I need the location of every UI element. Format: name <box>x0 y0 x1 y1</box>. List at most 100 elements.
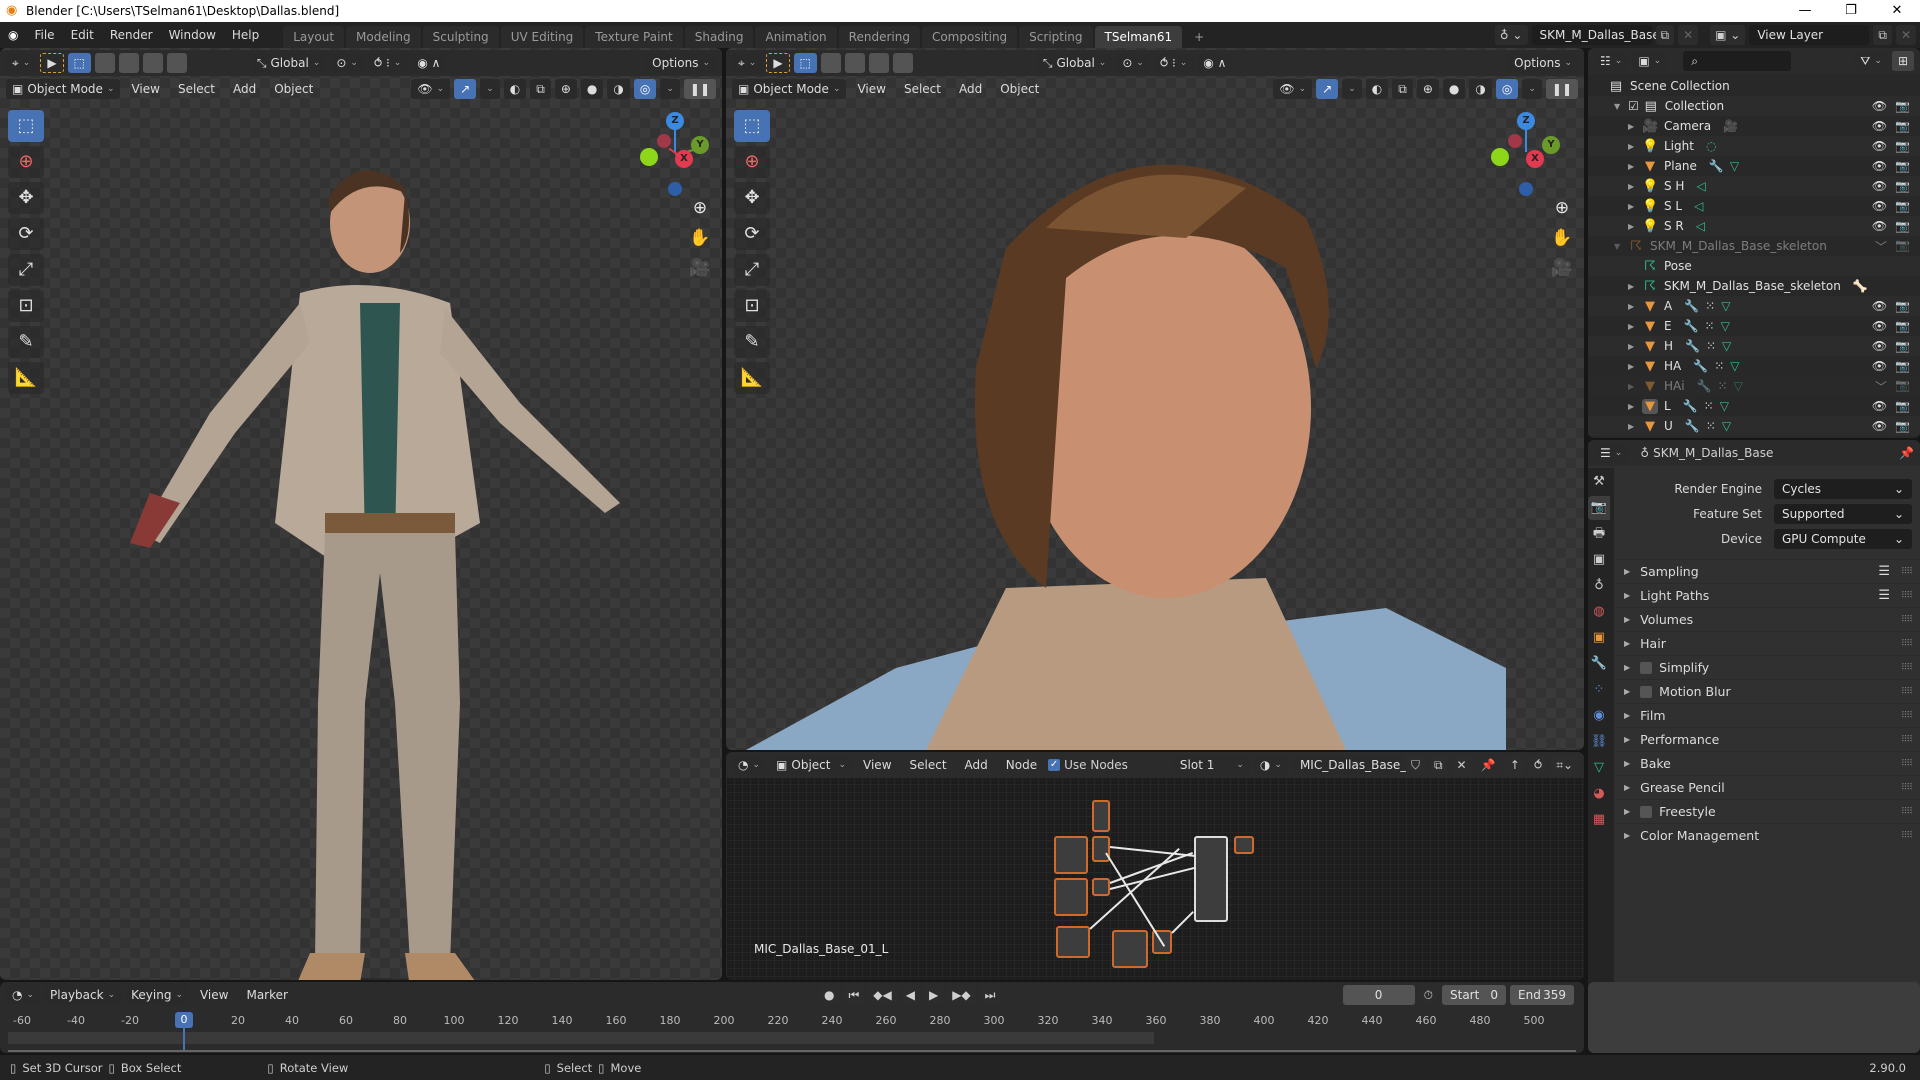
outliner-item[interactable]: ▼ ☈ SKM_M_Dallas_Base_skeleton ﹀ 📷 <box>1588 236 1920 256</box>
spot-data-icon[interactable]: ◁ <box>1696 179 1705 193</box>
drag-handle-icon[interactable]: ⠿⠿ <box>1901 759 1913 769</box>
editor-type-dropdown[interactable]: ⌖ ⌄ <box>6 53 37 73</box>
drag-handle-icon[interactable]: ⠿⠿ <box>1901 807 1913 817</box>
outliner-item[interactable]: ▶ ▼ Plane 🔧 ▽ 👁 📷 <box>1588 156 1920 176</box>
zoom-view-icon[interactable]: ⊕ <box>686 194 714 222</box>
panel-grease-pencil[interactable]: ▶ Grease Pencil ⠿⠿ <box>1614 775 1920 799</box>
tab-scripting[interactable]: Scripting <box>1019 26 1093 48</box>
eye-icon[interactable]: 👁 <box>1872 419 1887 433</box>
gizmo-z-axis[interactable]: Z <box>666 112 684 130</box>
pivot-point-dropdown-right[interactable]: ⊙ ⌄ <box>1116 53 1150 73</box>
properties-editor-type-dropdown[interactable]: ☰ ⌄ <box>1594 443 1629 463</box>
expand-toggle-icon[interactable]: ▶ <box>1628 202 1638 211</box>
tab-view-layer-icon[interactable]: ▣ <box>1588 548 1610 572</box>
mesh-data-icon[interactable]: ▽ <box>1721 319 1730 333</box>
fake-user-icon[interactable]: ⛉ <box>1405 755 1425 775</box>
modifier-icon[interactable]: 🔧 <box>1683 399 1698 413</box>
panel-enable-checkbox[interactable] <box>1640 805 1653 818</box>
outliner-item[interactable]: ▶ 💡 S R ◁ 👁 📷 <box>1588 216 1920 236</box>
menu-view[interactable]: View <box>124 82 166 96</box>
render-camera-icon[interactable]: 📷 <box>1895 159 1910 173</box>
shading-solid-icon[interactable]: ● <box>580 79 604 99</box>
tab-world-icon[interactable]: ◍ <box>1588 600 1610 624</box>
unlink-material-icon[interactable]: ✕ <box>1451 755 1472 775</box>
visibility-dropdown-right[interactable]: 👁 ⌄ <box>1273 79 1313 99</box>
panel-freestyle[interactable]: ▶ Freestyle ⠿⠿ <box>1614 799 1920 823</box>
timeline-scrollbar[interactable] <box>8 1050 1576 1052</box>
render-camera-icon[interactable]: 📷 <box>1895 179 1910 193</box>
node-editor-type-dropdown[interactable]: ◔ ⌄ <box>732 755 767 775</box>
node-menu-add[interactable]: Add <box>958 758 995 772</box>
feature-set-dropdown[interactable]: Supported ⌄ <box>1774 503 1912 524</box>
render-engine-dropdown[interactable]: Cycles ⌄ <box>1774 478 1912 499</box>
shader-node[interactable] <box>1054 836 1088 874</box>
playhead[interactable]: 0 <box>175 1012 193 1028</box>
panel-light-paths[interactable]: ▶ Light Paths ☰ ⠿⠿ <box>1614 583 1920 607</box>
outliner-item[interactable]: ▶ ▼ H 🔧 ⁙ ▽ 👁 📷 <box>1588 336 1920 356</box>
xray-toggle-icon[interactable]: ⧉ <box>530 79 551 99</box>
filter-dropdown[interactable]: ⛛ ⌄ <box>1854 51 1888 71</box>
panel-volumes[interactable]: ▶ Volumes ⠿⠿ <box>1614 607 1920 631</box>
options-dropdown-right[interactable]: Options ⌄ <box>1508 53 1578 73</box>
eye-closed-icon[interactable]: ﹀ <box>1875 378 1887 395</box>
drag-handle-icon[interactable]: ⠿⠿ <box>1901 735 1913 745</box>
eye-icon[interactable]: 👁 <box>1872 199 1887 213</box>
navigation-gizmo-right[interactable]: Z Y X <box>1486 110 1566 200</box>
eye-icon[interactable]: 👁 <box>1872 319 1887 333</box>
select-box-tool-icon[interactable]: ⬚ <box>8 110 44 142</box>
bone-icon[interactable]: 🦴 <box>1853 279 1868 293</box>
drag-handle-icon[interactable]: ⠿⠿ <box>1901 615 1913 625</box>
annotate-tool-icon[interactable]: ✎ <box>8 326 44 358</box>
tab-modifiers-icon[interactable]: 🔧 <box>1588 652 1610 676</box>
tab-material-icon[interactable]: ◕ <box>1588 782 1610 806</box>
shading-dropdown[interactable]: ⌄ <box>660 79 680 99</box>
delete-scene-icon[interactable]: ✕ <box>1678 25 1699 45</box>
vertex-groups-icon[interactable]: ⁙ <box>1704 399 1714 413</box>
panel-simplify[interactable]: ▶ Simplify ⠿⠿ <box>1614 655 1920 679</box>
blender-menu-icon[interactable]: ◉ <box>0 22 26 48</box>
view-layer-field[interactable]: View Layer <box>1749 25 1870 45</box>
render-camera-icon[interactable]: 📷 <box>1895 219 1910 233</box>
display-mode-dropdown[interactable]: ▣ ⌄ <box>1632 51 1668 71</box>
tab-object-icon[interactable]: ▣ <box>1588 626 1610 650</box>
gizmo-toggle-icon-right[interactable]: ↗ <box>1316 79 1339 99</box>
start-frame-field[interactable]: Start 0 <box>1442 985 1506 1005</box>
expand-toggle-icon[interactable]: ▶ <box>1628 142 1638 151</box>
presets-list-icon[interactable]: ☰ <box>1878 588 1890 603</box>
move-tool-icon[interactable]: ✥ <box>8 182 44 214</box>
gizmo-x-axis-right[interactable]: X <box>1526 150 1544 168</box>
outliner-item[interactable]: ▶ ▼ A 🔧 ⁙ ▽ 👁 📷 <box>1588 296 1920 316</box>
outliner-item[interactable]: ▶ ▼ E 🔧 ⁙ ▽ 👁 📷 <box>1588 316 1920 336</box>
drag-handle-icon[interactable]: ⠿⠿ <box>1901 639 1913 649</box>
tab-tool-icon[interactable]: ⚒ <box>1588 470 1610 494</box>
outliner-item[interactable]: ▶ 💡 S H ◁ 👁 📷 <box>1588 176 1920 196</box>
pause-render-icon-right[interactable]: ❚❚ <box>1545 79 1578 99</box>
restore-button[interactable]: ❐ <box>1828 0 1874 22</box>
tab-layout[interactable]: Layout <box>283 26 345 48</box>
tab-rendering[interactable]: Rendering <box>838 26 920 48</box>
gizmo-neg-z[interactable] <box>668 182 682 196</box>
editor-type-dropdown-right[interactable]: ⌖ ⌄ <box>732 53 763 73</box>
panel-performance[interactable]: ▶ Performance ⠿⠿ <box>1614 727 1920 751</box>
menu-object[interactable]: Object <box>267 82 320 96</box>
viewport-left[interactable]: ⌖ ⌄ ▶ ⬚ ⤡ Global ⌄ ⊙ ⌄ ⥀ ⁝ ⌄ ◉ ∧ Options ⌄ ▣ … <box>0 48 722 980</box>
expand-toggle-icon[interactable]: ▶ <box>1628 342 1638 351</box>
drag-handle-icon[interactable]: ⠿⠿ <box>1901 567 1913 577</box>
pan-view-icon-right[interactable]: ✋ <box>1548 224 1576 252</box>
panel-color-management[interactable]: ▶ Color Management ⠿⠿ <box>1614 823 1920 847</box>
select-mode-new-icon[interactable]: ⬚ <box>67 53 91 73</box>
panel-hair[interactable]: ▶ Hair ⠿⠿ <box>1614 631 1920 655</box>
material-name-field[interactable]: MIC_Dallas_Base_0... <box>1291 755 1425 775</box>
spot-data-icon[interactable]: ◁ <box>1694 199 1703 213</box>
outliner-item[interactable]: ▶ 🎥 Camera 🎥 👁 📷 <box>1588 116 1920 136</box>
pause-render-icon[interactable]: ❚❚ <box>683 79 716 99</box>
shader-node-editor[interactable]: ◔ ⌄ ▣ Object ⌄ View Select Add Node ✓ Use N… <box>726 752 1584 980</box>
expand-toggle-icon[interactable]: ▶ <box>1628 122 1638 131</box>
xray-toggle-icon-right[interactable]: ⧉ <box>1392 79 1413 99</box>
record-button[interactable]: ● <box>818 985 840 1005</box>
panel-film[interactable]: ▶ Film ⠿⠿ <box>1614 703 1920 727</box>
drag-handle-icon[interactable]: ⠿⠿ <box>1901 687 1913 697</box>
rotate-tool-icon[interactable]: ⟳ <box>8 218 44 250</box>
render-camera-icon[interactable]: 📷 <box>1895 378 1910 395</box>
shading-rendered-icon[interactable]: ◎ <box>633 79 657 99</box>
